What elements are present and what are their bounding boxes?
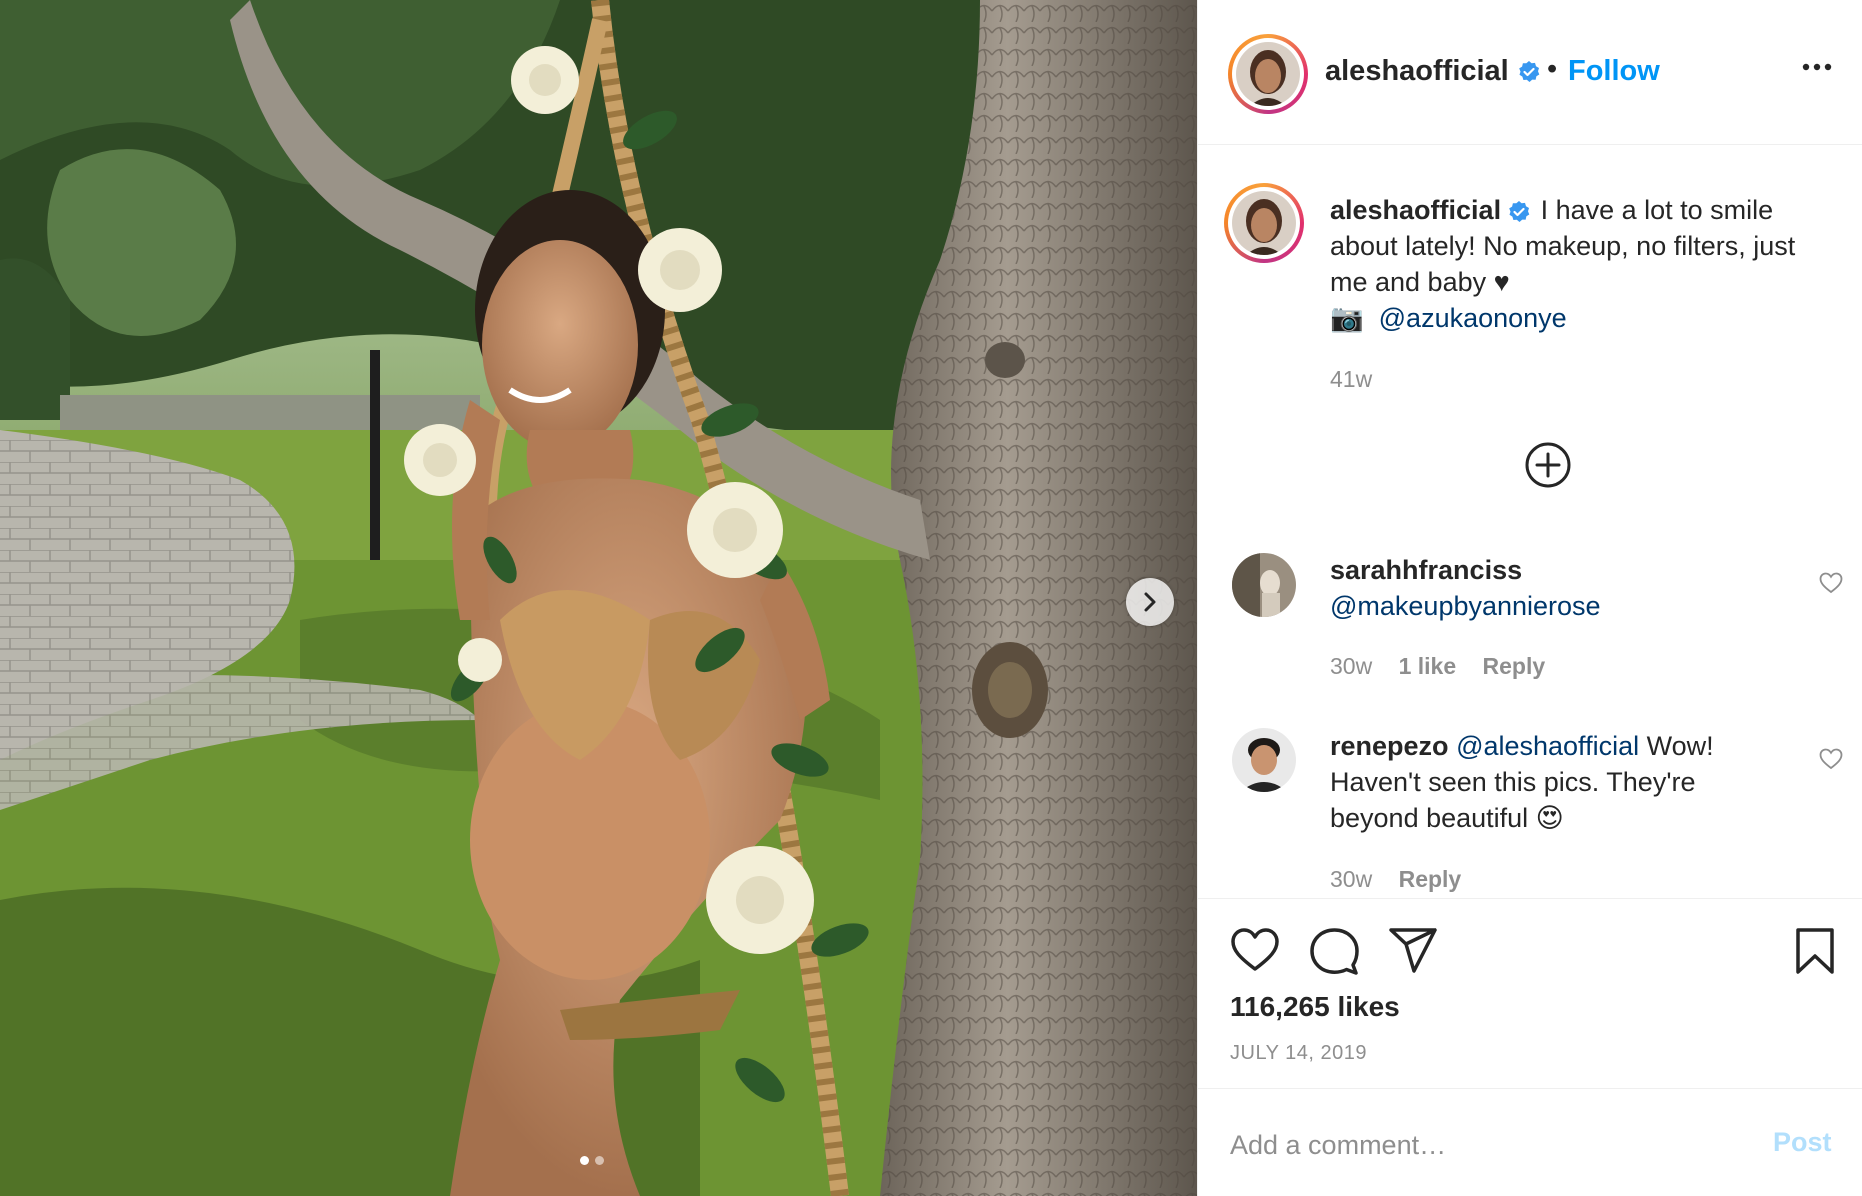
avatar-image — [1232, 553, 1296, 617]
verified-badge-icon — [1519, 61, 1540, 83]
carousel-dot — [595, 1156, 604, 1165]
avatar-image — [1232, 191, 1296, 255]
save-bookmark-icon[interactable] — [1794, 927, 1836, 975]
header-separator: • — [1547, 53, 1558, 85]
comment-time[interactable]: 30w — [1330, 653, 1372, 679]
comment-avatar[interactable] — [1232, 728, 1296, 792]
chevron-right-icon — [1144, 592, 1156, 612]
comment-username[interactable]: renepezo — [1330, 731, 1449, 761]
follow-button[interactable]: Follow — [1568, 55, 1660, 88]
verified-badge-icon — [1509, 200, 1530, 222]
comment-body: sarahhfranciss @makeupbyannierose — [1330, 552, 1780, 624]
post-date[interactable]: JULY 14, 2019 — [1230, 1042, 1367, 1065]
avatar-image — [1236, 42, 1300, 106]
share-send-icon[interactable] — [1388, 927, 1438, 973]
caption-mention[interactable]: @azukaononye — [1379, 303, 1567, 333]
caption-username[interactable]: aleshaofficial — [1330, 195, 1501, 225]
header-username[interactable]: aleshaofficial — [1325, 55, 1541, 88]
likes-count[interactable]: 116,265 likes — [1230, 991, 1400, 1023]
load-more-comments-icon[interactable] — [1524, 441, 1572, 489]
post-image — [0, 0, 1197, 1196]
comment-avatar[interactable] — [1232, 553, 1296, 617]
comment-likes[interactable]: 1 like — [1399, 653, 1457, 679]
comment-reply-button[interactable]: Reply — [1483, 653, 1546, 679]
action-bar: 116,265 likes JULY 14, 2019 — [1198, 898, 1862, 1088]
carousel-dot-active — [580, 1156, 589, 1165]
comment-meta: 30w Reply — [1330, 866, 1481, 893]
comment-mention[interactable]: @aleshaofficial — [1456, 731, 1639, 761]
header-avatar[interactable] — [1228, 34, 1308, 114]
avatar-image — [1232, 728, 1296, 792]
more-options-icon[interactable] — [1802, 62, 1832, 72]
post-caption: aleshaofficial I have a lot to smile abo… — [1330, 192, 1840, 336]
next-slide-button[interactable] — [1126, 578, 1174, 626]
add-comment-bar: Post — [1198, 1088, 1862, 1196]
like-heart-icon[interactable] — [1230, 927, 1280, 973]
comment-reply-button[interactable]: Reply — [1399, 866, 1462, 892]
comment-like-heart-icon[interactable] — [1819, 748, 1843, 770]
comment-like-heart-icon[interactable] — [1819, 572, 1843, 594]
caption-time[interactable]: 41w — [1330, 366, 1372, 393]
comment-meta: 30w 1 like Reply — [1330, 653, 1565, 680]
camera-emoji: 📷 — [1330, 303, 1364, 333]
comment-body: renepezo @aleshaofficial Wow! Haven't se… — [1330, 728, 1780, 836]
post-comment-button[interactable]: Post — [1773, 1127, 1832, 1158]
comment-mention[interactable]: @makeupbyannierose — [1330, 591, 1601, 621]
post-header: aleshaofficial • Follow — [1198, 0, 1862, 145]
add-comment-input[interactable] — [1230, 1127, 1710, 1163]
comment-username[interactable]: sarahhfranciss — [1330, 555, 1522, 585]
post-photo[interactable] — [0, 0, 1197, 1196]
username-text[interactable]: aleshaofficial — [1325, 55, 1509, 87]
carousel-dots — [580, 1156, 604, 1165]
caption-avatar[interactable] — [1224, 183, 1304, 263]
comment-time[interactable]: 30w — [1330, 866, 1372, 892]
comment-bubble-icon[interactable] — [1309, 927, 1359, 975]
post-side-panel: aleshaofficial • Follow aleshaofficial I… — [1197, 0, 1862, 1196]
